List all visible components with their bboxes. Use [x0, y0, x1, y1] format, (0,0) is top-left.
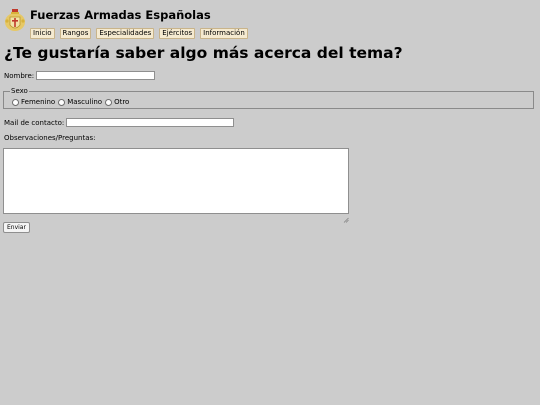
radio-label-femenino: Femenino: [21, 98, 56, 106]
radio-masculino[interactable]: [58, 98, 66, 106]
nav-item-ejercitos[interactable]: Ejércitos: [159, 28, 196, 39]
observations-textarea[interactable]: [3, 148, 349, 214]
sex-legend: Sexo: [10, 87, 29, 96]
radio-label-masculino: Masculino: [67, 98, 103, 106]
nav-item-especialidades[interactable]: Especialidades: [96, 28, 155, 39]
nav-item-inicio[interactable]: Inicio: [30, 28, 55, 39]
radio-option-masculino[interactable]: Masculino: [58, 98, 102, 106]
radio-femenino[interactable]: [12, 98, 19, 106]
sex-fieldset: Sexo Femenino Masculino Otro: [3, 87, 534, 109]
coat-of-arms-icon: [3, 6, 27, 36]
name-row: Nombre:: [4, 71, 156, 80]
site-title: Fuerzas Armadas Españolas: [30, 8, 211, 22]
radio-otro[interactable]: [105, 98, 113, 106]
radio-option-otro[interactable]: Otro: [105, 98, 129, 106]
mail-field[interactable]: [66, 118, 235, 127]
page-title: ¿Te gustaría saber algo más acerca del t…: [4, 44, 403, 62]
nav-item-informacion[interactable]: Información: [200, 28, 248, 39]
submit-button[interactable]: Enviar: [3, 222, 30, 233]
resize-grip-icon[interactable]: [343, 208, 349, 223]
main-nav: Inicio Rangos Especialidades Ejércitos I…: [30, 28, 248, 39]
mail-label: Mail de contacto:: [4, 118, 65, 127]
radio-option-femenino[interactable]: Femenino: [12, 98, 55, 106]
observations-label: Observaciones/Preguntas:: [4, 134, 96, 142]
name-field[interactable]: [36, 71, 156, 80]
nav-item-rangos[interactable]: Rangos: [59, 28, 92, 39]
sex-radio-group: Femenino Masculino Otro: [12, 98, 129, 106]
radio-label-otro: Otro: [114, 98, 130, 106]
name-label: Nombre:: [4, 71, 35, 80]
mail-row: Mail de contacto:: [4, 118, 235, 127]
site-header: Fuerzas Armadas Españolas Inicio Rangos …: [3, 6, 363, 40]
